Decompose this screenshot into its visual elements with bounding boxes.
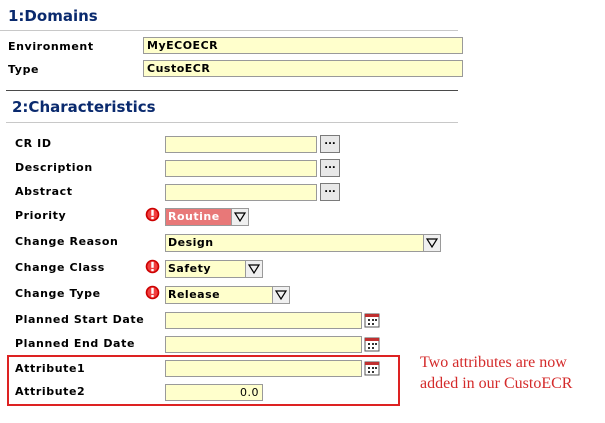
type-field[interactable]: CustoECR [143, 60, 463, 77]
annotation-line-2: added in our CustoECR [420, 375, 573, 392]
change-class-label: Change Class [15, 261, 105, 274]
change-type-label: Change Type [15, 287, 101, 300]
attribute2-label: Attribute2 [15, 385, 86, 398]
abstract-field[interactable] [165, 184, 317, 201]
planned-end-date-field[interactable] [165, 336, 362, 353]
calendar-icon[interactable] [364, 360, 380, 376]
characteristics-section-title: 2:Characteristics [12, 98, 156, 116]
change-reason-label: Change Reason [15, 235, 119, 248]
annotation-line-1: Two attributes are now [420, 354, 567, 371]
chevron-down-icon[interactable] [272, 287, 289, 303]
exclamation-icon [145, 285, 160, 300]
change-class-value: Safety [168, 262, 212, 275]
chevron-down-icon[interactable] [231, 209, 248, 225]
description-label: Description [15, 161, 93, 174]
exclamation-icon [145, 207, 160, 222]
change-class-select[interactable]: Safety [165, 260, 263, 278]
change-reason-value: Design [168, 236, 214, 249]
attribute2-field[interactable]: 0.0 [165, 384, 263, 401]
domains-divider [0, 30, 458, 31]
attribute1-field[interactable] [165, 360, 362, 377]
domains-section-title: 1:Domains [8, 7, 98, 25]
cr-id-label: CR ID [15, 137, 52, 150]
description-field[interactable] [165, 160, 317, 177]
environment-label: Environment [8, 40, 94, 53]
characteristics-divider [6, 122, 458, 123]
planned-start-date-label: Planned Start Date [15, 313, 145, 326]
cr-id-field[interactable] [165, 136, 317, 153]
change-type-select[interactable]: Release [165, 286, 290, 304]
environment-field[interactable]: MyECOECR [143, 37, 463, 54]
attribute1-label: Attribute1 [15, 362, 86, 375]
planned-end-date-label: Planned End Date [15, 337, 136, 350]
cr-id-browse-button[interactable]: ... [320, 135, 340, 153]
priority-value: Routine [168, 210, 220, 223]
abstract-browse-button[interactable]: ... [320, 183, 340, 201]
calendar-icon[interactable] [364, 336, 380, 352]
change-type-value: Release [168, 288, 221, 301]
calendar-icon[interactable] [364, 312, 380, 328]
description-browse-button[interactable]: ... [320, 159, 340, 177]
change-reason-select[interactable]: Design [165, 234, 441, 252]
section-separator [6, 90, 458, 91]
planned-start-date-field[interactable] [165, 312, 362, 329]
chevron-down-icon[interactable] [423, 235, 440, 251]
priority-select[interactable]: Routine [165, 208, 249, 226]
priority-label: Priority [15, 209, 67, 222]
exclamation-icon [145, 259, 160, 274]
chevron-down-icon[interactable] [245, 261, 262, 277]
type-label: Type [8, 63, 40, 76]
abstract-label: Abstract [15, 185, 73, 198]
